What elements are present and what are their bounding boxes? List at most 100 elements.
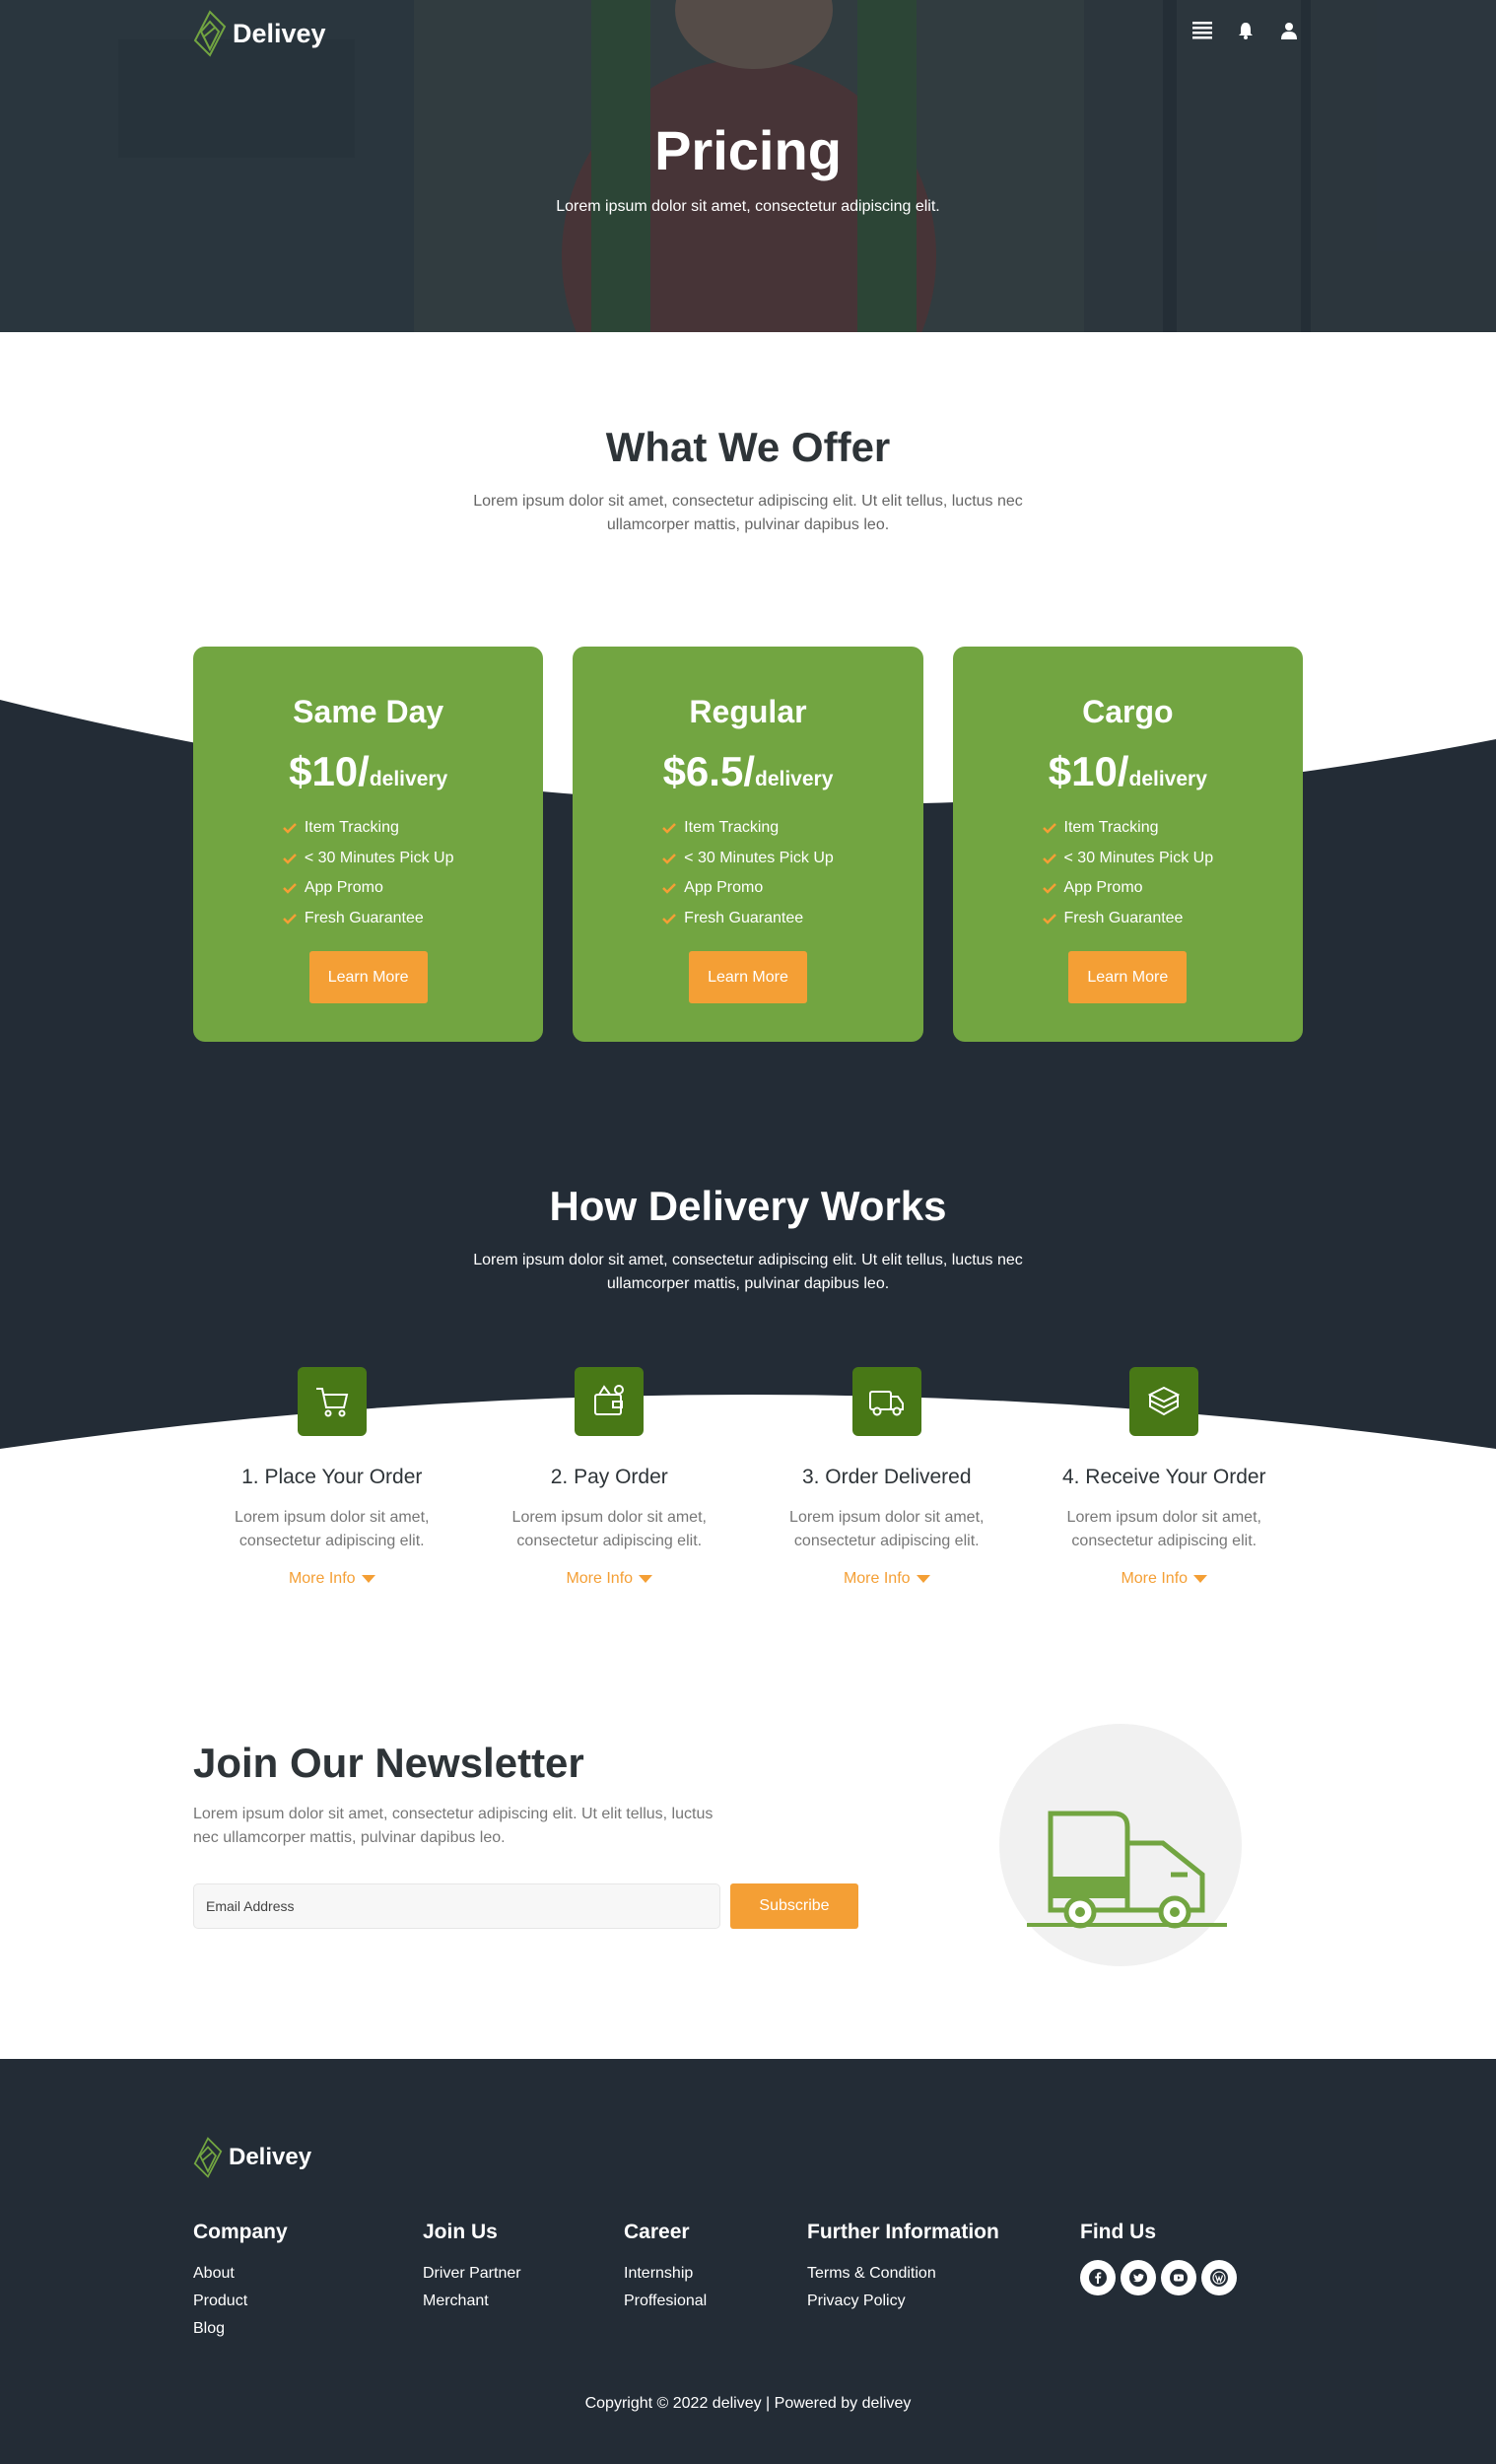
feature-list: Item Tracking < 30 Minutes Pick Up App P…	[1042, 813, 1214, 934]
check-icon	[282, 823, 297, 835]
price-amount: $6.5/	[662, 748, 755, 794]
step-receive-order: 4. Receive Your Order Lorem ipsum dolor …	[1026, 1367, 1304, 1588]
brand-name: Delivey	[229, 2144, 312, 2170]
step-title: 2. Pay Order	[550, 1466, 668, 1488]
wordpress-icon[interactable]	[1201, 2260, 1237, 2295]
learn-more-button[interactable]: Learn More	[688, 951, 807, 1003]
user-icon[interactable]	[1278, 20, 1300, 41]
offer-title: What We Offer	[605, 424, 891, 470]
feature-item: < 30 Minutes Pick Up	[662, 844, 834, 874]
feature-item: App Promo	[662, 873, 834, 904]
footer-link-merchant[interactable]: Merchant	[423, 2288, 521, 2315]
menu-icon[interactable]	[1191, 20, 1213, 41]
learn-more-button[interactable]: Learn More	[1068, 951, 1188, 1003]
more-info-link[interactable]: More Info	[844, 1570, 930, 1588]
plan-price: $10/ delivery	[289, 748, 447, 795]
step-title: 3. Order Delivered	[801, 1466, 972, 1488]
caret-down-icon	[639, 1575, 653, 1583]
bell-icon[interactable]	[1235, 20, 1257, 41]
box-icon	[1129, 1367, 1199, 1436]
footer-link-blog[interactable]: Blog	[193, 2315, 288, 2343]
plan-name: Same Day	[293, 694, 444, 729]
feature-list: Item Tracking < 30 Minutes Pick Up App P…	[662, 813, 834, 933]
footer-logo[interactable]: Delivey	[193, 2136, 311, 2179]
feature-list: Item Tracking < 30 Minutes Pick Up App P…	[282, 813, 454, 934]
hero-subtitle: Lorem ipsum dolor sit amet, consectetur …	[556, 198, 940, 215]
footer-col-title: Join Us	[423, 2221, 498, 2243]
more-info-link[interactable]: More Info	[566, 1570, 653, 1588]
step-description: Lorem ipsum dolor sit amet, consectetur …	[789, 1509, 985, 1549]
price-amount: $10/	[289, 748, 370, 794]
footer-link-driver-partner[interactable]: Driver Partner	[423, 2260, 521, 2288]
feature-item: Fresh Guarantee	[282, 904, 454, 934]
plan-price: $6.5/ delivery	[663, 748, 834, 795]
brand-logo[interactable]: Delivey	[193, 10, 326, 57]
footer-col-title: Company	[193, 2221, 288, 2243]
caret-down-icon	[916, 1575, 930, 1583]
step-description: Lorem ipsum dolor sit amet, consectetur …	[1066, 1509, 1261, 1549]
plan-name: Cargo	[1082, 694, 1174, 729]
delivery-steps: 1. Place Your Order Lorem ipsum dolor si…	[193, 1367, 1303, 1588]
step-description: Lorem ipsum dolor sit amet, consectetur …	[235, 1509, 430, 1549]
facebook-icon[interactable]	[1080, 2260, 1116, 2295]
brand-name: Delivey	[233, 18, 326, 48]
feature-item: Item Tracking	[662, 813, 834, 844]
feature-item: App Promo	[282, 873, 454, 904]
footer-link-privacy[interactable]: Privacy Policy	[807, 2288, 999, 2315]
check-icon	[1042, 823, 1056, 835]
footer-col-title: Career	[624, 2221, 690, 2243]
price-unit: delivery	[1128, 768, 1207, 790]
cart-icon	[297, 1367, 367, 1436]
youtube-icon[interactable]	[1161, 2260, 1196, 2295]
how-description: Lorem ipsum dolor sit amet, consectetur …	[473, 1252, 1023, 1292]
price-unit: delivery	[369, 768, 448, 790]
pricing-cards: Same Day $10/ delivery Item Tracking < 3…	[193, 647, 1303, 1042]
plan-price: $10/ delivery	[1049, 748, 1207, 795]
footer-col-join: Join Us Driver Partner Merchant	[423, 2221, 521, 2315]
step-pay-order: 2. Pay Order Lorem ipsum dolor sit amet,…	[471, 1367, 749, 1588]
footer-link-product[interactable]: Product	[193, 2288, 288, 2315]
twitter-icon[interactable]	[1121, 2260, 1156, 2295]
step-place-order: 1. Place Your Order Lorem ipsum dolor si…	[193, 1367, 471, 1588]
feature-item: Fresh Guarantee	[1042, 904, 1214, 934]
footer-col-find: Find Us	[1080, 2221, 1237, 2295]
footer-col-info: Further Information Terms & Condition Pr…	[807, 2221, 999, 2315]
copyright-text: Copyright © 2022 delivey | Powered by de…	[584, 2395, 912, 2412]
feature-item: < 30 Minutes Pick Up	[1042, 844, 1213, 874]
more-info-link[interactable]: More Info	[289, 1570, 375, 1588]
pricing-card-cargo: Cargo $10/ delivery Item Tracking < 30 M…	[952, 647, 1303, 1042]
plan-name: Regular	[689, 694, 807, 729]
newsletter-title: Join Our Newsletter	[193, 1740, 584, 1786]
page-title: Pricing	[654, 119, 842, 181]
wallet-icon	[575, 1367, 645, 1436]
social-links	[1080, 2260, 1237, 2295]
step-title: 1. Place Your Order	[241, 1466, 423, 1488]
caret-down-icon	[1193, 1575, 1208, 1583]
check-icon	[1042, 853, 1056, 864]
check-icon	[662, 913, 677, 924]
check-icon	[1042, 913, 1056, 924]
footer-col-title: Find Us	[1080, 2221, 1156, 2243]
footer-col-company: Company About Product Blog	[193, 2221, 288, 2343]
feature-item: App Promo	[1042, 873, 1214, 904]
footer-link-about[interactable]: About	[193, 2260, 288, 2288]
learn-more-button[interactable]: Learn More	[308, 951, 428, 1003]
check-icon	[662, 823, 677, 835]
check-icon	[662, 883, 677, 895]
truck-icon	[851, 1367, 921, 1436]
caret-down-icon	[361, 1575, 375, 1583]
feature-item: Fresh Guarantee	[662, 904, 834, 934]
footer-link-terms[interactable]: Terms & Condition	[807, 2260, 999, 2288]
feature-item: Item Tracking	[282, 813, 454, 844]
check-icon	[282, 913, 297, 924]
check-icon	[662, 853, 677, 864]
logo-icon	[193, 2137, 223, 2178]
subscribe-button[interactable]: Subscribe	[730, 1883, 858, 1929]
pricing-card-regular: Regular $6.5/ delivery Item Tracking < 3…	[573, 647, 923, 1042]
more-info-link[interactable]: More Info	[1121, 1570, 1208, 1588]
footer-col-career: Career Internship Proffesional	[624, 2221, 707, 2315]
email-field[interactable]	[193, 1883, 720, 1929]
footer-link-internship[interactable]: Internship	[624, 2260, 707, 2288]
step-title: 4. Receive Your Order	[1061, 1466, 1266, 1488]
footer-link-proffesional[interactable]: Proffesional	[624, 2288, 707, 2315]
